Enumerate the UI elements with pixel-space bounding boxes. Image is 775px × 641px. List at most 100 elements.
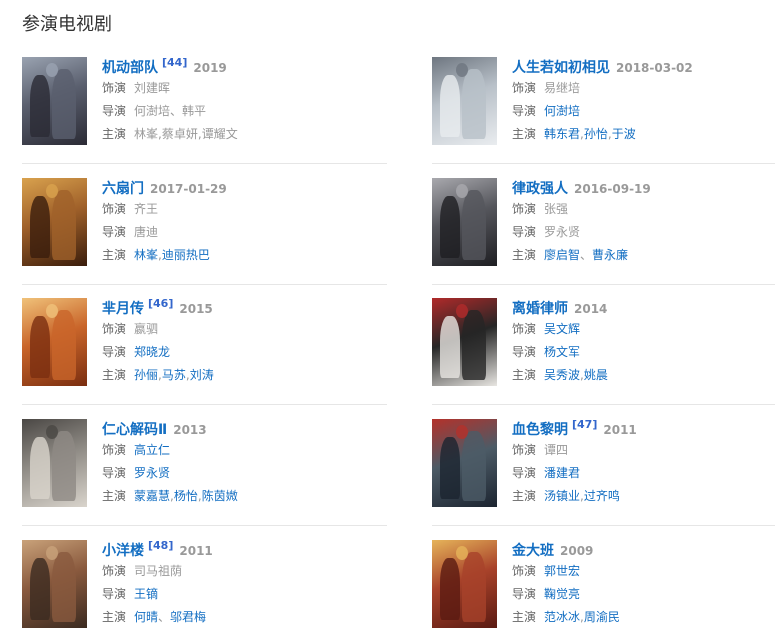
cast-label: 主演 — [102, 127, 127, 141]
poster-figure — [440, 75, 460, 137]
series-title-line: 律政强人 2016-09-19 — [512, 178, 775, 198]
director-row: 导演 杨文军 — [512, 341, 775, 364]
cast-link[interactable]: 于波 — [612, 127, 636, 141]
director-row: 导演 罗永贤 — [512, 221, 775, 244]
series-title-link[interactable]: 小洋楼 — [102, 543, 144, 559]
cast-link[interactable]: 林峯 — [134, 248, 158, 262]
cast-link[interactable]: 汤镇业 — [544, 489, 580, 503]
role-label: 饰演 — [102, 564, 127, 578]
poster-image[interactable] — [432, 419, 497, 507]
role-row: 饰演 张强 — [512, 198, 775, 221]
poster-image[interactable] — [22, 57, 87, 145]
series-title-link[interactable]: 金大班 — [512, 543, 554, 559]
series-info: 机动部队 [44] 2019 饰演 刘建晖 导演 何澍培、韩平 主演 林峯,蔡卓妍,谭耀文 — [102, 56, 372, 146]
series-title-link[interactable]: 血色黎明 — [512, 422, 568, 438]
row-divider — [22, 163, 387, 164]
director-label: 导演 — [512, 225, 537, 239]
series-title-link[interactable]: 芈月传 — [102, 301, 144, 317]
cast-link[interactable]: 孙怡 — [584, 127, 608, 141]
series-title-link[interactable]: 律政强人 — [512, 181, 568, 197]
cast-row: 主演 林峯,蔡卓妍,谭耀文 — [102, 123, 372, 146]
cast-link[interactable]: 杨怡 — [174, 489, 198, 503]
cast-link[interactable]: 孙俪 — [134, 368, 158, 382]
cast-link[interactable]: 邬君梅 — [170, 610, 206, 624]
role-label: 饰演 — [102, 443, 127, 457]
cast-name: 谭耀文 — [201, 127, 238, 141]
cast-link[interactable]: 韩东君 — [544, 127, 580, 141]
director-link[interactable]: 潘建君 — [544, 466, 580, 480]
release-year: 2014 — [574, 302, 608, 316]
role-name: 易继培 — [544, 81, 581, 95]
citation-link[interactable]: [48] — [148, 539, 173, 552]
director-name: 韩平 — [182, 104, 207, 118]
role-link[interactable]: 郭世宏 — [544, 564, 580, 578]
director-link[interactable]: 郑晓龙 — [134, 345, 170, 359]
poster-image[interactable] — [432, 540, 497, 628]
role-label: 饰演 — [512, 322, 537, 336]
series-title-link[interactable]: 离婚律师 — [512, 301, 568, 317]
poster-figure — [52, 310, 76, 380]
director-link[interactable]: 王镝 — [134, 587, 158, 601]
series-title-link[interactable]: 六扇门 — [102, 181, 144, 197]
poster-image[interactable] — [432, 298, 497, 386]
cast-link[interactable]: 马苏 — [162, 368, 186, 382]
cast-link[interactable]: 曹永廉 — [592, 248, 628, 262]
poster-figure — [456, 63, 468, 77]
series-info: 小洋楼 [48] 2011 饰演 司马祖荫 导演 王镝 主演 何晴、邬君梅 — [102, 539, 372, 629]
director-link[interactable]: 杨文军 — [544, 345, 580, 359]
cast-link[interactable]: 周渝民 — [584, 610, 620, 624]
role-label: 饰演 — [102, 81, 127, 95]
director-row: 导演 何澍培 — [512, 100, 775, 123]
poster-image[interactable] — [432, 178, 497, 266]
cast-link[interactable]: 陈茵媺 — [202, 489, 238, 503]
section-title: 参演电视剧 — [22, 14, 112, 35]
poster-image[interactable] — [22, 298, 87, 386]
cast-name: 蔡卓妍 — [161, 127, 198, 141]
role-name: 齐王 — [134, 202, 159, 216]
series-title-line: 芈月传 [46] 2015 — [102, 297, 372, 318]
poster-figure — [30, 437, 50, 499]
tv-series-card: 血色黎明 [47] 2011 饰演 谭四 导演 潘建君 主演 汤镇业,过齐鸣 — [432, 418, 775, 519]
role-link[interactable]: 吴文辉 — [544, 322, 580, 336]
poster-figure — [440, 437, 460, 499]
cast-link[interactable]: 廖启智 — [544, 248, 580, 262]
cast-link[interactable]: 过齐鸣 — [584, 489, 620, 503]
poster-figure — [52, 190, 76, 260]
cast-label: 主演 — [512, 368, 537, 382]
tv-series-card: 芈月传 [46] 2015 饰演 嬴驷 导演 郑晓龙 主演 孙俪,马苏,刘涛 — [22, 297, 367, 398]
series-title-link[interactable]: 仁心解码Ⅱ — [102, 422, 167, 438]
director-link[interactable]: 鞠觉亮 — [544, 587, 580, 601]
row-divider — [432, 404, 775, 405]
series-title-link[interactable]: 人生若如初相见 — [512, 60, 610, 76]
cast-link[interactable]: 范冰冰 — [544, 610, 580, 624]
poster-figure — [456, 546, 468, 560]
cast-row: 主演 韩东君,孙怡,于波 — [512, 123, 775, 146]
cast-link[interactable]: 姚晨 — [584, 368, 608, 382]
separator: 、 — [158, 610, 171, 624]
citation-link[interactable]: [46] — [148, 297, 173, 310]
poster-figure — [46, 63, 58, 77]
series-title-link[interactable]: 机动部队 — [102, 60, 158, 76]
citation-link[interactable]: [47] — [572, 418, 597, 431]
director-link[interactable]: 罗永贤 — [134, 466, 170, 480]
poster-image[interactable] — [22, 419, 87, 507]
poster-figure — [30, 558, 50, 620]
role-link[interactable]: 高立仁 — [134, 443, 170, 457]
cast-link[interactable]: 何晴 — [134, 610, 158, 624]
cast-link[interactable]: 刘涛 — [190, 368, 214, 382]
cast-row: 主演 孙俪,马苏,刘涛 — [102, 364, 372, 387]
citation-link[interactable]: [44] — [162, 56, 187, 69]
poster-figure — [46, 425, 58, 439]
role-row: 饰演 高立仁 — [102, 439, 372, 462]
director-row: 导演 王镝 — [102, 583, 372, 606]
poster-image[interactable] — [22, 178, 87, 266]
poster-image[interactable] — [432, 57, 497, 145]
director-label: 导演 — [512, 587, 537, 601]
cast-link[interactable]: 吴秀波 — [544, 368, 580, 382]
cast-link[interactable]: 蒙嘉慧 — [134, 489, 170, 503]
poster-image[interactable] — [22, 540, 87, 628]
cast-link[interactable]: 迪丽热巴 — [162, 248, 210, 262]
role-row: 饰演 易继培 — [512, 77, 775, 100]
director-link[interactable]: 何澍培 — [544, 104, 580, 118]
role-label: 饰演 — [512, 81, 537, 95]
